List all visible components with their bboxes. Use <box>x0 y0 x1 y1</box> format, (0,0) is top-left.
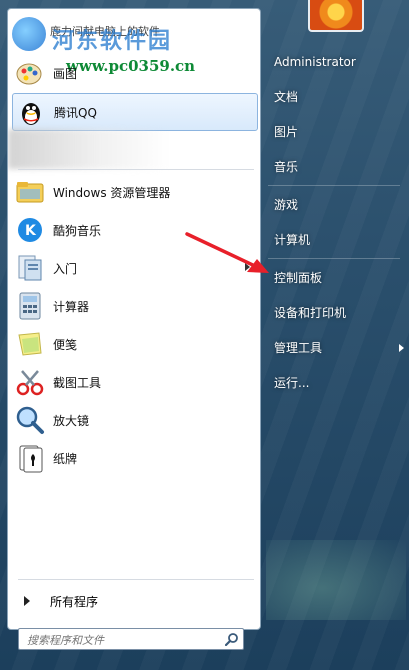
user-avatar[interactable] <box>308 0 364 32</box>
search-input[interactable] <box>25 630 219 651</box>
search-icon[interactable] <box>224 631 239 647</box>
run-link[interactable]: 运行... <box>266 369 409 397</box>
pinned-item-paint[interactable]: 画图 <box>12 55 256 91</box>
admin-tools-link[interactable]: 管理工具 <box>266 334 409 362</box>
recent-item-snipping-tool[interactable]: 截图工具 <box>12 364 256 400</box>
recent-item-label: 纸牌 <box>53 451 78 466</box>
recent-item-sticky-notes[interactable]: 便笺 <box>12 326 256 362</box>
submenu-arrow-icon <box>399 344 404 352</box>
games-link[interactable]: 游戏 <box>266 191 409 219</box>
expand-arrow-icon <box>24 596 30 606</box>
red-arrow-annotation-icon <box>185 232 269 273</box>
divider <box>268 185 400 186</box>
all-programs-label: 所有程序 <box>50 594 99 609</box>
background-glow <box>266 540 406 620</box>
paint-icon <box>14 57 46 89</box>
recent-item-label: 放大镜 <box>53 413 90 428</box>
recent-item-label: 入门 <box>53 261 78 276</box>
kugou-icon: K <box>14 214 46 246</box>
watermark-site-name: 河东软件园 <box>52 28 173 54</box>
getting-started-icon <box>14 252 46 284</box>
folder-explorer-icon <box>14 176 46 208</box>
pinned-item-qq[interactable]: 腾讯QQ <box>12 93 258 131</box>
recent-item-solitaire[interactable]: 纸牌 <box>12 440 256 476</box>
recent-item-label: 便笺 <box>53 337 78 352</box>
recent-item-calculator[interactable]: 计算器 <box>12 288 256 324</box>
recent-item-label: 酷狗音乐 <box>53 223 102 238</box>
pictures-link[interactable]: 图片 <box>266 118 409 146</box>
music-link[interactable]: 音乐 <box>266 153 409 181</box>
documents-link[interactable]: 文档 <box>266 83 409 111</box>
user-folder-link[interactable]: Administrator <box>266 48 409 76</box>
blurred-item <box>8 129 168 169</box>
recent-item-magnifier[interactable]: 放大镜 <box>12 402 256 438</box>
calculator-icon <box>14 290 46 322</box>
svg-text:K: K <box>25 223 37 239</box>
divider <box>268 258 400 259</box>
divider <box>18 169 254 170</box>
admin-tools-label: 管理工具 <box>274 341 323 355</box>
recent-item-label: 截图工具 <box>53 375 102 390</box>
pinned-item-label: 画图 <box>53 66 78 81</box>
computer-link[interactable]: 计算机 <box>266 226 409 254</box>
recent-item-label: 计算器 <box>53 299 90 314</box>
pinned-item-label: 腾讯QQ <box>54 105 97 120</box>
qq-penguin-icon <box>15 96 47 128</box>
snipping-tool-icon <box>14 366 46 398</box>
search-box[interactable] <box>18 628 244 651</box>
watermark-logo-icon <box>12 17 46 51</box>
all-programs-button[interactable]: 所有程序 <box>12 589 256 613</box>
sticky-notes-icon <box>14 328 46 360</box>
divider <box>18 579 254 580</box>
magnifier-icon <box>14 404 46 436</box>
solitaire-icon <box>14 442 46 474</box>
control-panel-link[interactable]: 控制面板 <box>266 264 409 292</box>
start-menu-program-list: 鹿力间献电脑上的软件 河东软件园 www.pc0359.cn 画图 腾讯QQ W… <box>7 8 261 630</box>
devices-printers-link[interactable]: 设备和打印机 <box>266 299 409 327</box>
recent-item-label: Windows 资源管理器 <box>53 185 171 200</box>
recent-item-explorer[interactable]: Windows 资源管理器 <box>12 174 256 210</box>
